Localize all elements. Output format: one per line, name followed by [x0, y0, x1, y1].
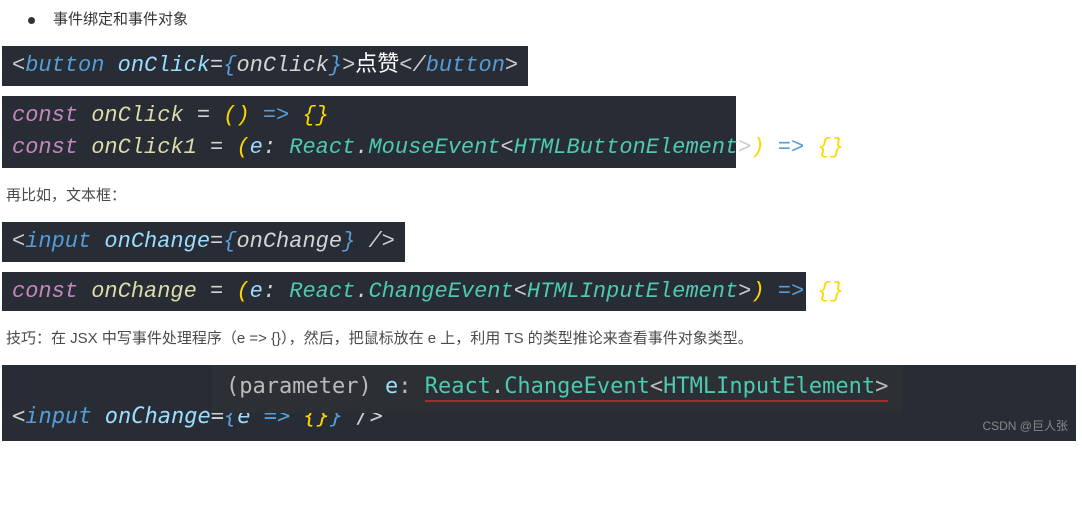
paragraph-1: 再比如，文本框：: [6, 184, 1076, 208]
heading-text: 事件绑定和事件对象: [53, 8, 188, 32]
bullet-heading: 事件绑定和事件对象: [2, 8, 1080, 32]
code-block-2: const onClick = () => {} const onClick1 …: [2, 96, 736, 168]
code-block-1: <button onClick={onClick}>点赞</button>: [2, 46, 1080, 86]
type-tooltip: (parameter) e: React.ChangeEvent<HTMLInp…: [212, 365, 902, 412]
code-block-4: const onChange = (e: React.ChangeEvent<H…: [2, 272, 806, 312]
bullet-icon: [28, 17, 35, 24]
hover-example: (parameter) e: React.ChangeEvent<HTMLInp…: [2, 365, 1076, 440]
paragraph-2: 技巧：在 JSX 中写事件处理程序（e => {}），然后，把鼠标放在 e 上，…: [6, 327, 1076, 351]
watermark: CSDN @巨人张: [982, 417, 1068, 436]
code-block-3: <input onChange={onChange} />: [2, 222, 1080, 262]
